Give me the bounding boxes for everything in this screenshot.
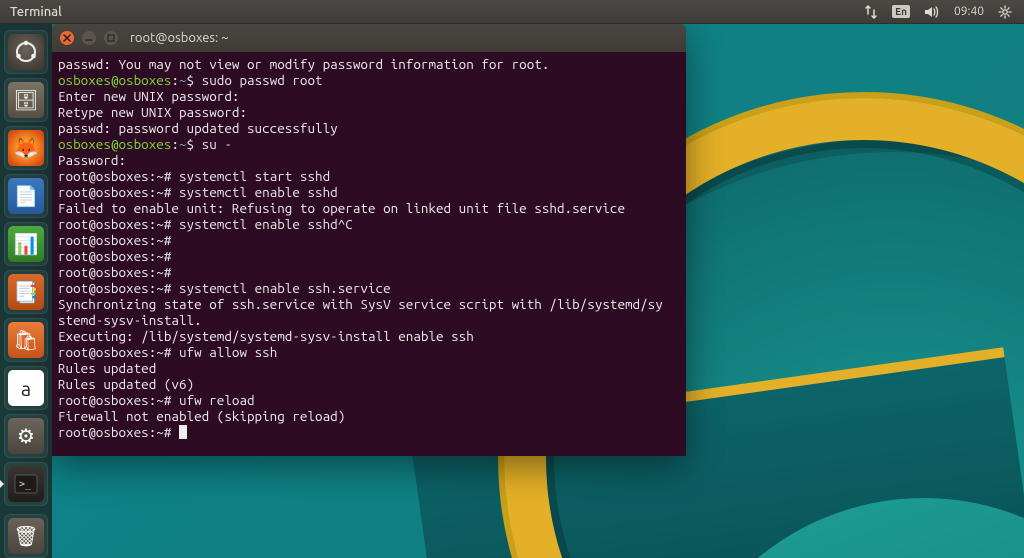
- window-title: root@osboxes: ~: [130, 31, 229, 45]
- terminal-icon: >_: [8, 466, 44, 502]
- terminal-line: Password:: [58, 152, 680, 168]
- writer-icon: 📄: [8, 178, 44, 214]
- terminal-line: root@osboxes:~# systemctl start sshd: [58, 168, 680, 184]
- terminal-line: passwd: password updated successfully: [58, 120, 680, 136]
- calc-icon: 📊: [8, 226, 44, 262]
- terminal-line: Enter new UNIX password:: [58, 88, 680, 104]
- terminal-line: root@osboxes:~# systemctl enable sshd: [58, 184, 680, 200]
- terminal-line: Rules updated (v6): [58, 376, 680, 392]
- dock-item-software[interactable]: 🛍: [4, 318, 48, 362]
- terminal-line: osboxes@osboxes:~$ sudo passwd root: [58, 72, 680, 88]
- impress-icon: 📑: [8, 274, 44, 310]
- amazon-icon: a: [8, 370, 44, 406]
- minimize-icon[interactable]: [82, 31, 96, 45]
- dock-item-trash[interactable]: 🗑: [4, 514, 48, 558]
- dock-item-settings[interactable]: ⚙: [4, 414, 48, 458]
- terminal-line: root@osboxes:~#: [58, 424, 680, 440]
- terminal-line: root@osboxes:~#: [58, 248, 680, 264]
- terminal-line: root@osboxes:~#: [58, 232, 680, 248]
- dock-item-calc[interactable]: 📊: [4, 222, 48, 266]
- dock-item-impress[interactable]: 📑: [4, 270, 48, 314]
- trash-icon: 🗑: [8, 518, 44, 554]
- settings-icon: ⚙: [8, 418, 44, 454]
- cursor-icon: [179, 425, 187, 439]
- dock-item-dash[interactable]: [4, 30, 48, 74]
- maximize-icon[interactable]: [104, 31, 118, 45]
- language-indicator[interactable]: En: [892, 5, 910, 18]
- firefox-icon: 🦊: [8, 130, 44, 166]
- clock[interactable]: 09:40: [954, 5, 984, 18]
- volume-icon[interactable]: [924, 5, 940, 19]
- launcher-dock: 🗄 🦊 📄 📊 📑 🛍 a ⚙ >_ 🗑: [0, 24, 52, 558]
- close-icon[interactable]: [60, 31, 74, 45]
- network-icon[interactable]: [864, 5, 878, 19]
- top-panel: Terminal En 09:40: [0, 0, 1024, 24]
- dock-item-writer[interactable]: 📄: [4, 174, 48, 218]
- window-titlebar[interactable]: root@osboxes: ~: [52, 24, 686, 52]
- svg-text:>_: >_: [19, 479, 32, 490]
- files-icon: 🗄: [8, 82, 44, 118]
- terminal-line: Rules updated: [58, 360, 680, 376]
- dock-item-amazon[interactable]: a: [4, 366, 48, 410]
- terminal-line: osboxes@osboxes:~$ su -: [58, 136, 680, 152]
- dash-icon: [8, 34, 44, 70]
- terminal-line: root@osboxes:~# ufw reload: [58, 392, 680, 408]
- terminal-line: Executing: /lib/systemd/systemd-sysv-ins…: [58, 328, 680, 344]
- system-menu-icon[interactable]: [998, 5, 1012, 19]
- dock-item-files[interactable]: 🗄: [4, 78, 48, 122]
- terminal-output[interactable]: passwd: You may not view or modify passw…: [52, 52, 686, 456]
- terminal-line: root@osboxes:~# ufw allow ssh: [58, 344, 680, 360]
- terminal-line: Synchronizing state of ssh.service with …: [58, 296, 680, 312]
- software-icon: 🛍: [8, 322, 44, 358]
- terminal-line: stemd-sysv-install.: [58, 312, 680, 328]
- active-app-title: Terminal: [0, 5, 62, 19]
- terminal-window: root@osboxes: ~ passwd: You may not view…: [52, 24, 686, 456]
- terminal-line: Retype new UNIX password:: [58, 104, 680, 120]
- terminal-line: Failed to enable unit: Refusing to opera…: [58, 200, 680, 216]
- terminal-line: passwd: You may not view or modify passw…: [58, 56, 680, 72]
- terminal-line: root@osboxes:~# systemctl enable ssh.ser…: [58, 280, 680, 296]
- dock-item-firefox[interactable]: 🦊: [4, 126, 48, 170]
- terminal-line: root@osboxes:~#: [58, 264, 680, 280]
- terminal-line: root@osboxes:~# systemctl enable sshd^C: [58, 216, 680, 232]
- terminal-line: Firewall not enabled (skipping reload): [58, 408, 680, 424]
- dock-item-terminal[interactable]: >_: [4, 462, 48, 506]
